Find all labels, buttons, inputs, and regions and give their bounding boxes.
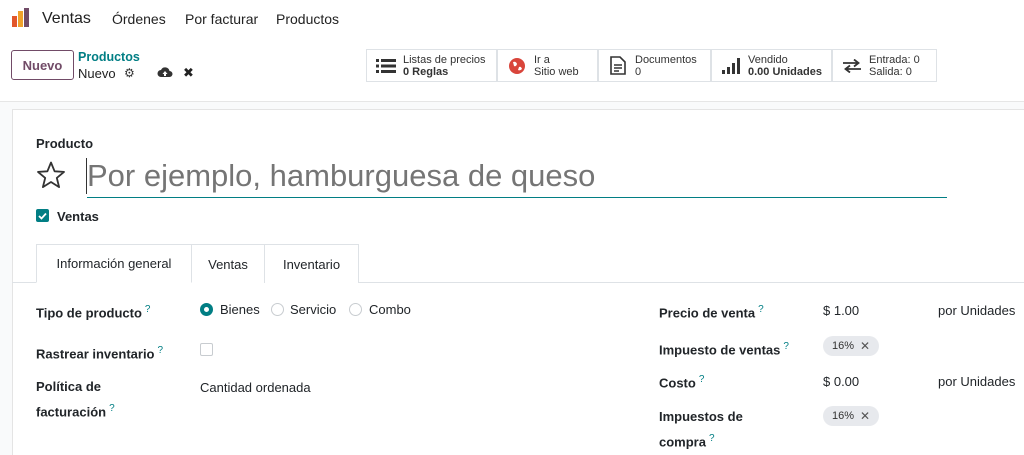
tab-ventas[interactable]: Ventas (191, 244, 265, 283)
precio-venta-unit: por Unidades (938, 303, 1016, 318)
purchase-tax-tag[interactable]: 16% ✕ (823, 406, 880, 426)
help-icon[interactable]: ? (758, 304, 764, 315)
radio-bienes-label[interactable]: Bienes (220, 302, 260, 317)
tax-tag-label: 16% (832, 410, 855, 422)
product-name-input[interactable] (87, 155, 947, 198)
text-caret (86, 158, 87, 194)
menu-productos[interactable]: Productos (276, 11, 339, 27)
precio-venta-label: Precio de venta? (659, 304, 764, 321)
smart-line1: Vendido (748, 53, 788, 66)
transfer-icon (839, 58, 865, 73)
tipo-producto-label: Tipo de producto? (36, 304, 151, 321)
precio-venta-value[interactable]: $ 1.00 (823, 303, 859, 318)
help-icon[interactable]: ? (145, 304, 151, 315)
smart-button-moves[interactable]: Entrada: 0 Salida: 0 (832, 49, 937, 82)
radio-combo[interactable] (349, 303, 362, 316)
discard-icon[interactable]: ✖ (183, 65, 194, 81)
help-icon[interactable]: ? (783, 341, 789, 352)
tax-tag-label: 16% (832, 340, 855, 352)
smart-line2: Salida: 0 (869, 65, 912, 78)
costo-value[interactable]: $ 0.00 (823, 374, 859, 389)
new-button[interactable]: Nuevo (11, 50, 74, 80)
smart-line1: Entrada: 0 (869, 53, 920, 66)
remove-tag-icon[interactable]: ✕ (860, 409, 870, 423)
help-icon[interactable]: ? (709, 433, 715, 444)
sale-ok-checkbox[interactable] (36, 209, 49, 222)
sale-ok-label: Ventas (57, 209, 99, 224)
smart-button-website[interactable]: Ir a Sitio web (497, 49, 598, 82)
smart-line2: 0 Reglas (403, 65, 449, 78)
radio-bienes[interactable] (200, 303, 213, 316)
cloud-upload-icon[interactable] (157, 65, 173, 79)
document-icon (605, 56, 631, 75)
politica-facturacion-label: Política de facturación? (36, 379, 115, 420)
breadcrumb-parent[interactable]: Productos (78, 50, 140, 64)
tab-informacion-general[interactable]: Información general (36, 244, 192, 283)
smart-line2: 0.00 Unidades (748, 65, 822, 78)
rastrear-inventario-checkbox[interactable] (200, 343, 213, 356)
list-icon (373, 58, 399, 74)
menu-ordenes[interactable]: Órdenes (112, 11, 166, 27)
help-icon[interactable]: ? (158, 345, 164, 356)
costo-label: Costo? (659, 374, 705, 391)
smart-button-documents[interactable]: Documentos 0 (598, 49, 711, 82)
help-icon[interactable]: ? (699, 374, 705, 385)
radio-combo-label[interactable]: Combo (369, 302, 411, 317)
star-icon[interactable] (36, 161, 66, 189)
politica-facturacion-value[interactable]: Cantidad ordenada (200, 380, 311, 395)
impuesto-ventas-label: Impuesto de ventas? (659, 341, 789, 358)
app-name[interactable]: Ventas (42, 10, 91, 28)
menu-por-facturar[interactable]: Por facturar (185, 11, 258, 27)
radio-servicio-label[interactable]: Servicio (290, 302, 336, 317)
tab-inventario[interactable]: Inventario (264, 244, 359, 283)
app-logo-icon[interactable] (10, 7, 32, 29)
help-icon[interactable]: ? (109, 403, 115, 414)
breadcrumb-current: Nuevo (78, 66, 116, 81)
smart-line1: Documentos (635, 53, 697, 66)
globe-icon (504, 57, 530, 75)
smart-button-pricelists[interactable]: Listas de precios 0 Reglas (366, 49, 497, 82)
smart-line1: Ir a (534, 53, 550, 66)
smart-line1: Listas de precios (403, 53, 486, 66)
tax-tag[interactable]: 16% ✕ (823, 336, 880, 356)
remove-tag-icon[interactable]: ✕ (860, 339, 870, 353)
smart-line2: 0 (635, 65, 642, 78)
gear-icon[interactable]: ⚙ (124, 66, 135, 80)
bar-chart-icon (718, 57, 744, 74)
top-navbar: Ventas Órdenes Por facturar Productos (0, 0, 1024, 38)
costo-unit: por Unidades (938, 374, 1016, 389)
rastrear-inventario-label: Rastrear inventario? (36, 345, 164, 362)
product-label: Producto (36, 136, 94, 151)
smart-button-sold[interactable]: Vendido 0.00 Unidades (711, 49, 832, 82)
radio-servicio[interactable] (271, 303, 284, 316)
smart-line2: Sitio web (534, 65, 579, 78)
impuestos-compra-label: Impuestos de compra? (659, 409, 743, 450)
